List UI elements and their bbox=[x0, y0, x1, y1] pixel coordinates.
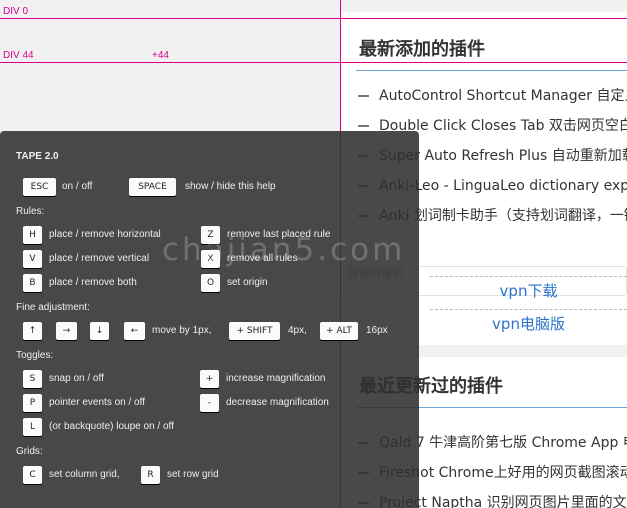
guide-line-horizontal[interactable] bbox=[0, 18, 627, 19]
s-key: S bbox=[23, 370, 42, 388]
alt-key: + ALT bbox=[320, 322, 358, 340]
heading-underline bbox=[356, 70, 627, 71]
toggles-heading: Toggles: bbox=[16, 350, 54, 361]
arrow-up-key: ↑ bbox=[23, 322, 42, 340]
r-key: R bbox=[141, 466, 160, 484]
o-description: set origin bbox=[227, 277, 268, 288]
shift-description: 4px, bbox=[288, 325, 307, 336]
p-description: pointer events on / off bbox=[49, 397, 145, 408]
r-description: set row grid bbox=[167, 469, 219, 480]
guide-offset-label: +44 bbox=[152, 50, 169, 61]
arrow-left-key: ← bbox=[124, 322, 145, 340]
move-description: move by 1px, bbox=[152, 325, 212, 336]
o-key: O bbox=[201, 274, 220, 292]
shift-key: + SHIFT bbox=[229, 322, 280, 340]
fine-adjustment-heading: Fine adjustment: bbox=[16, 302, 90, 313]
guide-label-second: DIV 44 bbox=[3, 50, 34, 61]
b-description: place / remove both bbox=[49, 277, 137, 288]
p-key: P bbox=[23, 394, 42, 412]
esc-key: ESC bbox=[23, 178, 56, 196]
alt-description: 16px bbox=[366, 325, 388, 336]
c-key: C bbox=[23, 466, 42, 484]
space-description: show / hide this help bbox=[185, 181, 276, 192]
vpn-download-link[interactable]: vpn下载 bbox=[430, 276, 627, 304]
b-key: B bbox=[23, 274, 42, 292]
tape-help-overlay: TAPE 2.0 ESC on / off SPACE show / hide … bbox=[0, 131, 419, 508]
plugin-item[interactable]: AutoControl Shortcut Manager 自定义 bbox=[358, 81, 627, 111]
help-title: TAPE 2.0 bbox=[16, 151, 59, 162]
dash-icon bbox=[358, 125, 369, 127]
watermark: chajian5.com bbox=[162, 232, 406, 268]
h-key: H bbox=[23, 226, 42, 244]
s-description: snap on / off bbox=[49, 373, 104, 384]
c-description: set column grid, bbox=[49, 469, 120, 480]
l-description: (or backquote) loupe on / off bbox=[49, 421, 174, 432]
dash-icon bbox=[358, 95, 369, 97]
minus-key: - bbox=[200, 394, 219, 412]
grids-heading: Grids: bbox=[16, 446, 43, 457]
v-key: V bbox=[23, 250, 42, 268]
space-key: SPACE bbox=[129, 178, 176, 196]
plus-key: + bbox=[200, 370, 219, 388]
l-key: L bbox=[23, 418, 42, 436]
vpn-pc-link[interactable]: vpn电脑版 bbox=[430, 309, 627, 337]
latest-plugins-heading: 最新添加的插件 bbox=[359, 39, 485, 60]
minus-description: decrease magnification bbox=[226, 397, 329, 408]
guide-line-horizontal[interactable] bbox=[0, 62, 627, 63]
rules-heading: Rules: bbox=[16, 206, 45, 217]
guide-label-top: DIV 0 bbox=[3, 6, 29, 17]
plus-description: increase magnification bbox=[226, 373, 326, 384]
arrow-right-key: → bbox=[56, 322, 77, 340]
esc-description: on / off bbox=[62, 181, 93, 192]
arrow-down-key: ↓ bbox=[90, 322, 109, 340]
h-description: place / remove horizontal bbox=[49, 229, 161, 240]
v-description: place / remove vertical bbox=[49, 253, 150, 264]
